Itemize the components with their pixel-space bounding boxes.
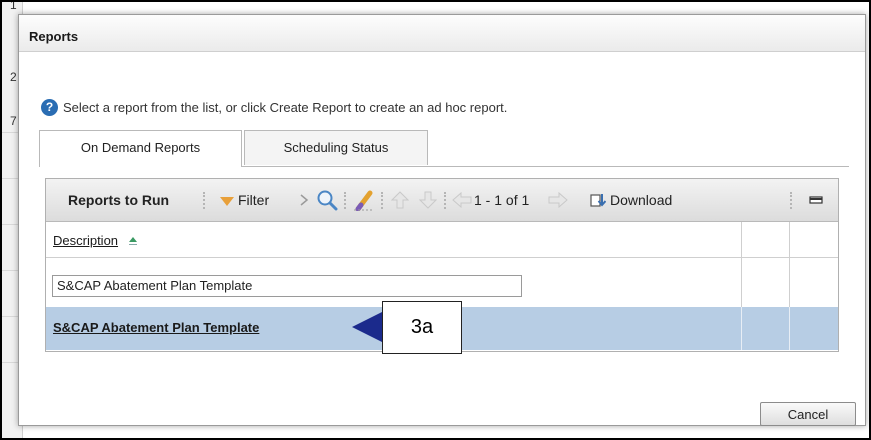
column-divider <box>741 307 742 350</box>
annotation-callout: 3a <box>382 301 462 354</box>
filter-button[interactable]: Filter <box>220 179 269 221</box>
move-up-icon[interactable] <box>391 191 409 209</box>
dialog-title: Reports <box>29 29 79 44</box>
search-icon[interactable] <box>316 189 338 211</box>
callout-arrow <box>352 312 382 342</box>
minimize-icon[interactable] <box>809 194 823 206</box>
toolbar-separator <box>344 192 346 209</box>
background-text-fragment: 2 <box>10 70 17 84</box>
clear-filter-icon[interactable] <box>352 189 376 211</box>
description-column-header[interactable]: Description <box>53 233 118 248</box>
report-link[interactable]: S&CAP Abatement Plan Template <box>53 320 259 335</box>
grid-header-row: Description <box>46 222 838 258</box>
description-filter-input[interactable]: S&CAP Abatement Plan Template <box>52 275 522 297</box>
tab-on-demand-reports[interactable]: On Demand Reports <box>39 130 242 167</box>
filter-label: Filter <box>238 192 270 208</box>
column-divider <box>789 307 790 350</box>
prev-page-icon[interactable] <box>452 192 472 208</box>
help-text: Select a report from the list, or click … <box>63 100 508 115</box>
move-down-icon[interactable] <box>419 191 437 209</box>
background-text-fragment: 1 <box>10 0 17 12</box>
reports-dialog: Reports ? Select a report from the list,… <box>18 14 866 426</box>
toolbar-separator <box>790 192 792 209</box>
toolbar-separator <box>381 192 383 209</box>
dialog-title-bar[interactable]: Reports <box>19 15 865 52</box>
next-page-icon[interactable] <box>548 192 568 208</box>
toolbar-separator <box>203 192 205 209</box>
filter-icon <box>220 196 234 206</box>
tab-scheduling-status[interactable]: Scheduling Status <box>244 130 428 165</box>
toolbar-separator <box>444 192 446 209</box>
download-label: Download <box>610 192 673 208</box>
background-text-fragment: 7 <box>10 114 17 128</box>
cancel-button[interactable]: Cancel <box>760 402 856 426</box>
download-icon <box>590 194 607 207</box>
download-button[interactable]: Download <box>590 179 672 221</box>
toolbar-title: Reports to Run <box>68 192 170 208</box>
chevron-right-icon[interactable] <box>298 194 310 206</box>
pagination-text: 1 - 1 of 1 <box>474 192 530 208</box>
grid-toolbar: Reports to Run Filter 1 - 1 of 1 Downloa… <box>46 179 838 222</box>
help-icon[interactable]: ? <box>41 99 58 116</box>
sort-ascending-icon[interactable] <box>128 236 138 246</box>
